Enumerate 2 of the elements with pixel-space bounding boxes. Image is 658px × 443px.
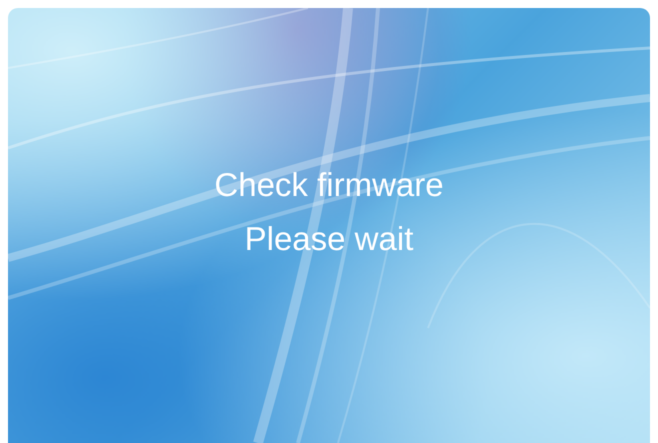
status-message: Check firmware	[214, 164, 444, 204]
status-message: Please wait	[244, 218, 414, 258]
